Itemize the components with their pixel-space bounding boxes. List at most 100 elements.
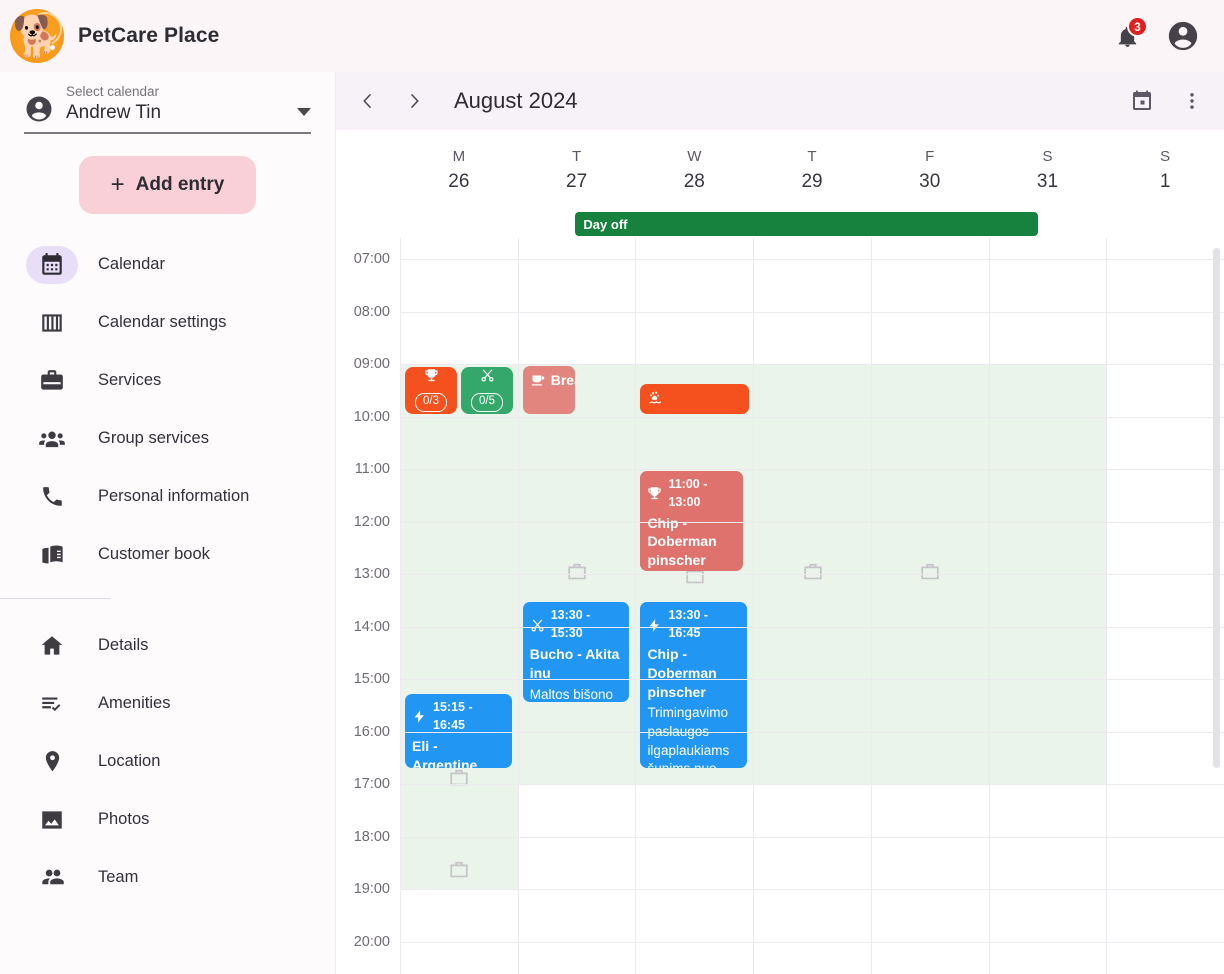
calendar-event[interactable]: 13:30 - 15:30 Bucho - Akita inu Maltos biš… xyxy=(522,602,630,703)
calendar-grid-scroll[interactable]: 07:00 08:00 09:00 10:00 11:00 12:00 13:00 14:00… xyxy=(336,238,1224,974)
day-header[interactable]: T 29 xyxy=(753,130,871,210)
hour-gridline xyxy=(400,941,1224,943)
time-label: 11:00 xyxy=(354,461,390,477)
sidebar-item-label: Team xyxy=(98,868,139,886)
people-icon xyxy=(26,859,78,897)
checklist-icon xyxy=(26,685,78,723)
sidebar-item-label: Customer book xyxy=(98,545,210,563)
event-time: 11:00 - 13:00 xyxy=(668,477,708,509)
image-icon xyxy=(26,801,78,839)
sidebar-item-details[interactable]: Details xyxy=(0,617,335,675)
time-label: 14:00 xyxy=(353,618,390,635)
day-column[interactable]: Break 13:30 - 15:30 Bucho - Akita inu Malto… xyxy=(517,238,636,974)
previous-period-button[interactable] xyxy=(348,81,388,121)
hour-gridline xyxy=(400,889,1224,890)
mini-capacity-badge[interactable]: 0/5 xyxy=(461,367,513,414)
account-circle-icon xyxy=(1168,21,1198,51)
chevron-right-icon xyxy=(410,93,419,109)
calendar-selector[interactable]: Select calendar Andrew Tin xyxy=(0,84,335,134)
day-column[interactable] xyxy=(988,238,1107,974)
calendar-title: August 2024 xyxy=(454,88,578,113)
calendar-event[interactable] xyxy=(640,383,750,414)
sidebar-item-calendar-settings[interactable]: Calendar settings xyxy=(0,294,335,352)
calendar-toolbar-actions xyxy=(1124,83,1210,119)
time-label: 18:00 xyxy=(353,828,390,845)
top-header-actions: 3 xyxy=(1112,16,1200,53)
calendar-menu-button[interactable] xyxy=(1174,83,1210,119)
sidebar-nav-secondary: Details Amenities Location Photos Team xyxy=(0,609,335,907)
day-of-week: W xyxy=(687,147,702,165)
day-column[interactable] xyxy=(753,238,871,974)
calendar-event[interactable]: Break xyxy=(522,366,576,414)
sidebar-item-group-services[interactable]: Group services xyxy=(0,410,335,468)
columns-icon xyxy=(26,304,78,342)
notifications-button[interactable]: 3 xyxy=(1112,16,1148,53)
hour-gridline xyxy=(400,259,1224,260)
coffee-icon xyxy=(530,373,545,388)
time-label: 19:00 xyxy=(353,881,390,897)
day-of-week: T xyxy=(571,147,582,165)
phone-icon xyxy=(26,478,78,516)
event-title: Chip - Doberman pinscher xyxy=(647,645,717,700)
lightning-icon xyxy=(412,709,427,724)
dog-logo-icon: 🐕 xyxy=(10,9,64,63)
day-column[interactable] xyxy=(1106,238,1224,974)
briefcase-icon xyxy=(26,362,78,400)
day-column[interactable] xyxy=(870,238,989,974)
sidebar-item-label: Services xyxy=(98,371,162,389)
mini-capacity-badge[interactable]: 0/3 xyxy=(405,367,457,414)
add-entry-button[interactable]: + Add entry xyxy=(78,155,257,214)
day-header[interactable]: T 27 xyxy=(518,130,636,210)
time-label: 13:00 xyxy=(353,566,390,582)
day-of-week: S xyxy=(1042,147,1053,165)
sidebar-item-team[interactable]: Team xyxy=(0,849,335,907)
sidebar-item-amenities[interactable]: Amenities xyxy=(0,675,335,733)
home-icon xyxy=(26,627,78,665)
day-columns: 0/3 0/5 15:15 - 16:45 Eli - Argentine dogo T… xyxy=(400,238,1224,974)
day-header[interactable]: S1 xyxy=(1106,130,1224,210)
event-title: Bucho - Akita inu xyxy=(529,645,620,681)
today-button[interactable] xyxy=(1124,83,1160,119)
hour-gridline xyxy=(400,364,1224,365)
day-off-banner[interactable]: Day off xyxy=(575,212,1039,236)
briefcase-icon[interactable] xyxy=(446,764,472,795)
event-service: Trimingavimo paslaugos ilgaplaukiams šun… xyxy=(647,705,730,767)
day-header[interactable]: W 28 xyxy=(635,130,753,210)
time-axis: 07:00 08:00 09:00 10:00 11:00 12:00 13:00 14:00… xyxy=(336,238,400,974)
chevron-down-icon[interactable] xyxy=(297,108,311,116)
hour-gridline xyxy=(400,784,1224,785)
day-number: 26 xyxy=(448,170,470,192)
sidebar-item-customer-book[interactable]: Customer book xyxy=(0,526,335,584)
sidebar-item-services[interactable]: Services xyxy=(0,352,335,410)
day-header[interactable]: M 26 xyxy=(400,130,518,210)
pet-wash-icon xyxy=(647,390,663,406)
sidebar-item-calendar[interactable]: Calendar xyxy=(0,236,335,294)
map-pin-icon xyxy=(26,743,78,781)
sidebar-item-photos[interactable]: Photos xyxy=(0,791,335,849)
hour-gridline xyxy=(400,521,1224,523)
trophy-icon xyxy=(424,368,439,388)
sidebar-item-label: Calendar xyxy=(98,255,165,273)
vertical-scrollbar[interactable] xyxy=(1213,248,1220,768)
day-column[interactable]: 11:00 - 13:00Chip - Doberman pinscherKir… xyxy=(635,238,754,974)
day-of-week: S xyxy=(1160,147,1171,165)
notification-count-badge: 3 xyxy=(1127,16,1148,37)
calendar-icon xyxy=(26,245,78,284)
sidebar-item-location[interactable]: Location xyxy=(0,733,335,791)
add-entry-label: Add entry xyxy=(135,173,225,195)
sidebar-item-personal-information[interactable]: Personal information xyxy=(0,468,335,526)
calendar-panel: August 2024 M 26 T 27 W 28 T 29 F 30 S 31 S 1 xyxy=(336,72,1224,974)
person-icon xyxy=(26,96,52,122)
day-header[interactable]: S 31 xyxy=(989,130,1107,210)
briefcase-icon[interactable] xyxy=(446,856,472,887)
time-label: 07:00 xyxy=(353,251,390,267)
day-column[interactable]: 0/30/515:15 - 16:45Eli - Argentine dogoT… xyxy=(400,238,518,974)
account-button[interactable] xyxy=(1166,19,1200,53)
brand-name: PetCare Place xyxy=(78,24,220,47)
calendar-today-icon xyxy=(1133,90,1151,110)
day-header[interactable]: F 30 xyxy=(871,130,989,210)
next-period-button[interactable] xyxy=(394,81,434,121)
time-label: 09:00 xyxy=(353,356,390,372)
scissors-icon xyxy=(530,618,545,633)
chevron-left-icon xyxy=(363,93,372,109)
